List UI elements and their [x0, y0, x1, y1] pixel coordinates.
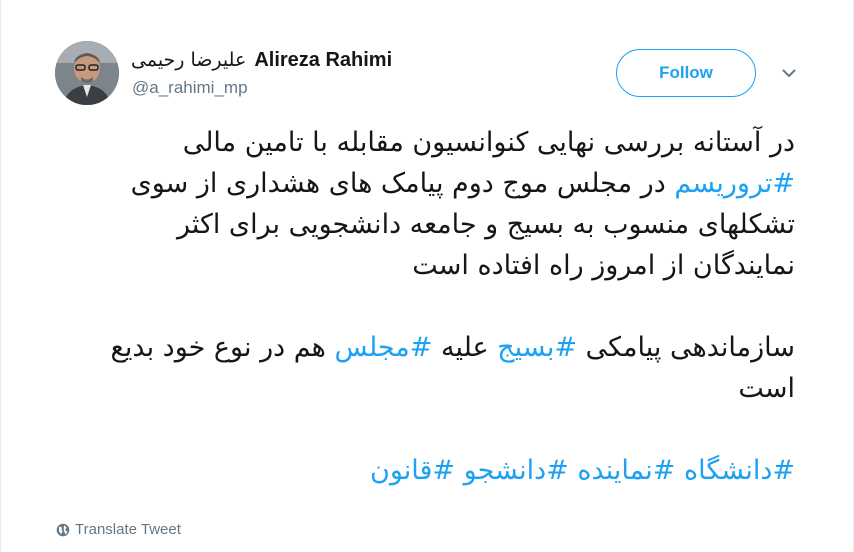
tweet-text-segment: سازماندهی پیامکی: [577, 332, 795, 363]
hashtag-link[interactable]: #تروریسم: [674, 168, 795, 199]
tweet-hashtags: #دانشگاه #نماینده #دانشجو #قانون: [91, 450, 795, 491]
tweet-paragraph-1: در آستانه بررسی نهایی کنوانسیون مقابله ب…: [91, 122, 795, 286]
hashtag-link[interactable]: #دانشگاه: [684, 455, 795, 486]
tweet-text-segment: در آستانه بررسی نهایی کنوانسیون مقابله ب…: [182, 127, 795, 158]
hashtag-link[interactable]: #بسیج: [497, 332, 577, 363]
author-name-fa: علیرضا رحیمی: [131, 49, 247, 71]
hashtag-link[interactable]: #مجلس: [335, 332, 433, 363]
hashtag-link[interactable]: #نماینده: [577, 455, 675, 486]
hashtag-link[interactable]: #قانون: [370, 455, 455, 486]
tweet-card: علیرضا رحیمی Alireza Rahimi @a_rahimi_mp…: [0, 0, 854, 552]
avatar[interactable]: [55, 41, 119, 105]
chevron-down-icon[interactable]: [780, 64, 798, 82]
follow-button[interactable]: Follow: [616, 49, 756, 97]
author-name[interactable]: علیرضا رحیمی Alireza Rahimi: [131, 48, 392, 72]
translate-label: Translate Tweet: [75, 521, 181, 538]
globe-icon: [56, 523, 70, 536]
author-handle[interactable]: @a_rahimi_mp: [132, 78, 248, 98]
hashtag-link[interactable]: #دانشجو: [464, 455, 569, 486]
tweet-paragraph-2: سازماندهی پیامکی #بسیج علیه #مجلس هم در …: [91, 327, 795, 409]
author-name-en: Alireza Rahimi: [254, 49, 393, 71]
tweet-text: در آستانه بررسی نهایی کنوانسیون مقابله ب…: [91, 122, 795, 491]
tweet-text-segment: علیه: [432, 332, 498, 363]
translate-tweet-link[interactable]: Translate Tweet: [56, 521, 181, 538]
